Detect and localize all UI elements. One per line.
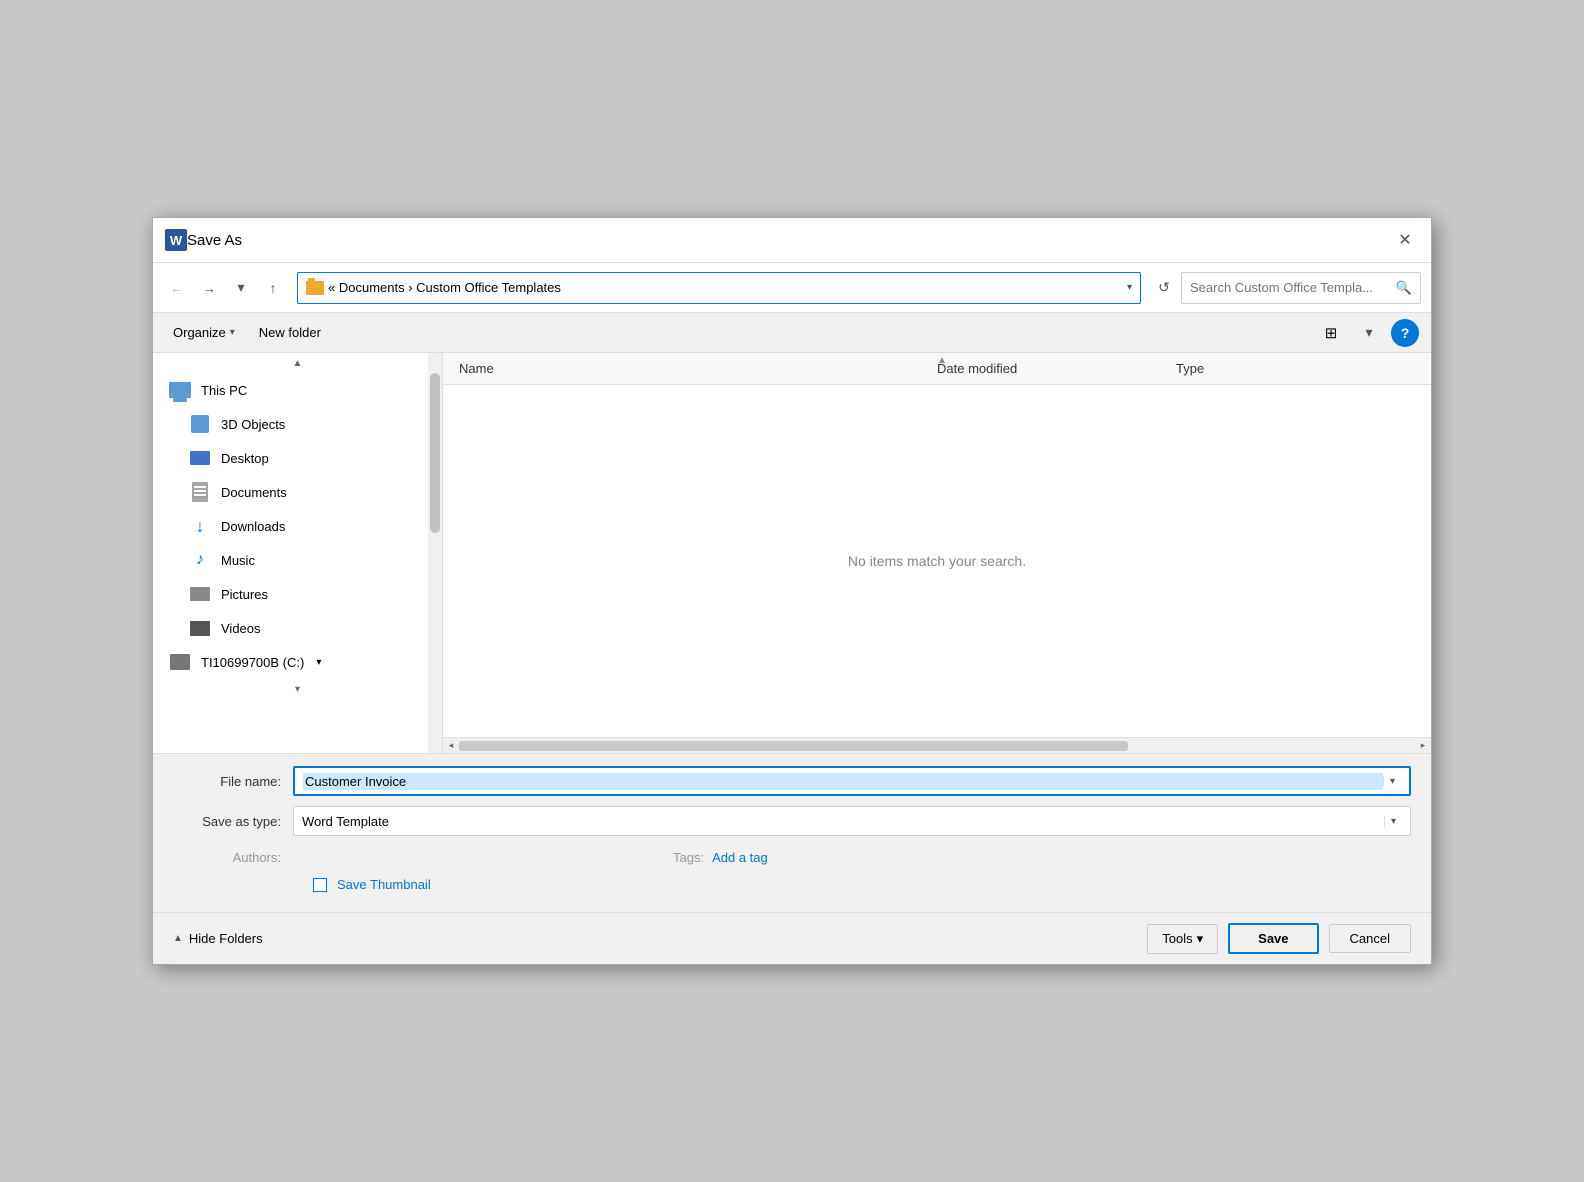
folder-icon: [306, 281, 324, 295]
navigation-bar: ← → ▾ ↑ « Documents › Custom Office Temp…: [153, 263, 1431, 313]
h-scroll-left-button[interactable]: ◂: [443, 738, 459, 754]
hide-folders-arrow: ▲: [173, 933, 183, 944]
footer-right: Tools ▾ Save Cancel: [1147, 923, 1411, 954]
vertical-scrollbar-track: [428, 353, 442, 753]
meta-row: Authors: Tags: Add a tag: [173, 846, 1411, 869]
tools-label: Tools: [1162, 931, 1192, 946]
back-button[interactable]: ←: [163, 274, 191, 302]
sidebar-item-3d-objects[interactable]: 3D Objects: [153, 407, 442, 441]
h-scroll-right-button[interactable]: ▸: [1415, 738, 1431, 754]
search-input[interactable]: [1190, 280, 1396, 295]
pictures-icon: [189, 585, 211, 603]
search-icon: 🔍: [1396, 280, 1412, 296]
address-dropdown-arrow[interactable]: ▾: [1127, 282, 1132, 293]
sidebar-item-drive-c[interactable]: TI10699700B (C:) ▾: [153, 645, 442, 679]
desktop-icon: [189, 449, 211, 467]
filename-field[interactable]: Customer Invoice ▾: [293, 766, 1411, 796]
pc-icon: [169, 381, 191, 399]
drive-icon: [169, 653, 191, 671]
vertical-scrollbar-thumb[interactable]: [430, 373, 440, 533]
sidebar-item-pictures[interactable]: Pictures: [153, 577, 442, 611]
hide-folders-label: Hide Folders: [189, 931, 263, 946]
thumbnail-row: Save Thumbnail: [173, 869, 1411, 900]
scroll-down-button[interactable]: ▾: [153, 679, 442, 699]
sidebar-item-music[interactable]: ♪ Music: [153, 543, 442, 577]
left-panel: ▲ This PC 3D Objects Desktop: [153, 353, 443, 753]
hide-folders-button[interactable]: ▲ Hide Folders: [173, 931, 263, 946]
file-list-header: ▲ Name Date modified Type: [443, 353, 1431, 385]
view-button[interactable]: ⊞: [1315, 319, 1347, 347]
new-folder-label: New folder: [259, 325, 321, 340]
help-button[interactable]: ?: [1391, 319, 1419, 347]
bottom-form-area: File name: Customer Invoice ▾ Save as ty…: [153, 753, 1431, 912]
dialog-title: Save As: [187, 232, 1391, 249]
empty-message: No items match your search.: [848, 553, 1026, 569]
right-panel: ▲ Name Date modified Type No items match…: [443, 353, 1431, 753]
tools-arrow: ▾: [1197, 931, 1204, 947]
filetype-value: Word Template: [302, 814, 1384, 829]
search-bar: 🔍: [1181, 272, 1421, 304]
up-button[interactable]: ↑: [259, 274, 287, 302]
sidebar-item-downloads[interactable]: ↓ Downloads: [153, 509, 442, 543]
address-path: « Documents › Custom Office Templates: [328, 280, 1123, 295]
music-icon: ♪: [189, 551, 211, 569]
word-icon: W: [165, 229, 187, 251]
add-tag-link[interactable]: Add a tag: [712, 850, 768, 865]
filetype-field[interactable]: Word Template ▾: [293, 806, 1411, 836]
refresh-button[interactable]: ↺: [1151, 275, 1177, 301]
h-scroll-track: [459, 738, 1415, 753]
sidebar-item-this-pc[interactable]: This PC: [153, 373, 442, 407]
filename-label: File name:: [173, 774, 293, 789]
column-date[interactable]: Date modified: [937, 361, 1176, 376]
organize-arrow: ▾: [230, 327, 235, 338]
save-as-dialog: W Save As ✕ ← → ▾ ↑ « Documents › Custom…: [152, 217, 1432, 965]
sidebar-item-documents[interactable]: Documents: [153, 475, 442, 509]
thumbnail-checkbox[interactable]: [313, 878, 327, 892]
downloads-icon: ↓: [189, 517, 211, 535]
documents-icon: [189, 483, 211, 501]
tags-label: Tags:: [673, 850, 704, 865]
address-bar[interactable]: « Documents › Custom Office Templates ▾: [297, 272, 1141, 304]
sidebar-item-videos[interactable]: Videos: [153, 611, 442, 645]
footer: ▲ Hide Folders Tools ▾ Save Cancel: [153, 912, 1431, 964]
view-dropdown-button[interactable]: ▾: [1355, 319, 1383, 347]
sort-arrow: ▲: [937, 355, 947, 366]
tools-button[interactable]: Tools ▾: [1147, 924, 1218, 954]
scroll-up-button[interactable]: ▲: [153, 353, 442, 373]
authors-label: Authors:: [173, 850, 293, 865]
filename-dropdown-arrow[interactable]: ▾: [1383, 776, 1401, 787]
filetype-dropdown-arrow[interactable]: ▾: [1384, 816, 1402, 827]
column-type[interactable]: Type: [1176, 361, 1415, 376]
toolbar: Organize ▾ New folder ⊞ ▾ ?: [153, 313, 1431, 353]
horizontal-scrollbar: ◂ ▸: [443, 737, 1431, 753]
3d-icon: [189, 415, 211, 433]
sidebar-item-desktop[interactable]: Desktop: [153, 441, 442, 475]
file-list-empty: No items match your search.: [443, 385, 1431, 737]
cancel-button[interactable]: Cancel: [1329, 924, 1411, 953]
close-button[interactable]: ✕: [1391, 226, 1419, 254]
column-name[interactable]: Name: [459, 361, 937, 376]
filename-value: Customer Invoice: [303, 773, 1383, 790]
title-bar: W Save As ✕: [153, 218, 1431, 263]
thumbnail-label[interactable]: Save Thumbnail: [337, 877, 431, 892]
filename-row: File name: Customer Invoice ▾: [173, 766, 1411, 796]
drive-dropdown-arrow[interactable]: ▾: [316, 657, 321, 668]
dropdown-button[interactable]: ▾: [227, 274, 255, 302]
new-folder-button[interactable]: New folder: [251, 321, 329, 344]
filetype-label: Save as type:: [173, 814, 293, 829]
videos-icon: [189, 619, 211, 637]
main-area: ▲ This PC 3D Objects Desktop: [153, 353, 1431, 753]
forward-button[interactable]: →: [195, 274, 223, 302]
organize-button[interactable]: Organize ▾: [165, 321, 243, 344]
h-scroll-thumb[interactable]: [459, 741, 1128, 751]
filetype-row: Save as type: Word Template ▾: [173, 806, 1411, 836]
organize-label: Organize: [173, 325, 226, 340]
save-button[interactable]: Save: [1228, 923, 1318, 954]
